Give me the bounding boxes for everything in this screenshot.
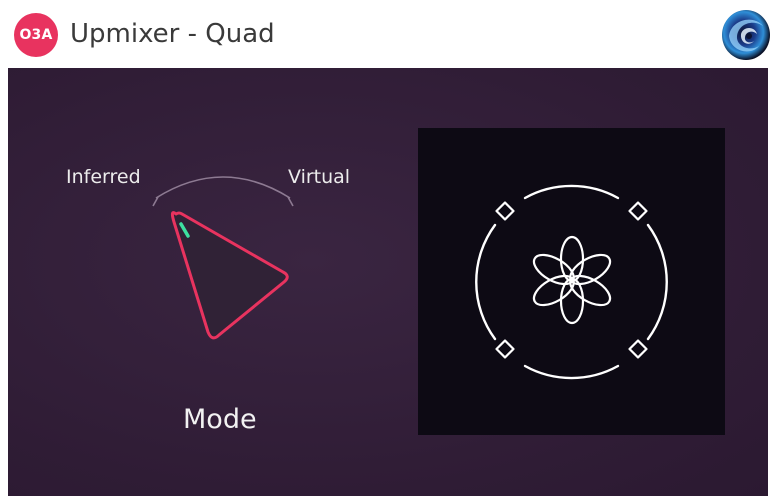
mode-knob-tick-left bbox=[152, 196, 159, 207]
speaker-layout-display bbox=[418, 128, 725, 435]
speaker-rear-right bbox=[628, 339, 648, 359]
quad-speaker-layout-icon bbox=[475, 184, 668, 380]
title-bar: O3A Upmixer - Quad bbox=[0, 0, 776, 68]
mode-knob[interactable] bbox=[170, 211, 289, 340]
o3a-badge: O3A bbox=[14, 13, 58, 57]
plugin-title: Upmixer - Quad bbox=[70, 19, 275, 49]
listener-flower-icon bbox=[532, 235, 612, 325]
mode-knob-area: Inferred Virtual bbox=[48, 148, 388, 348]
plugin-window: O3A Upmixer - Quad Inferred Virtual Mode bbox=[0, 0, 776, 496]
speaker-rear-left bbox=[495, 339, 515, 359]
mode-knob-graphic bbox=[152, 176, 294, 340]
plugin-panel: Inferred Virtual Mode bbox=[8, 68, 768, 496]
o3a-swirl-logo-icon bbox=[722, 10, 770, 60]
speaker-front-right bbox=[628, 201, 648, 221]
mode-knob-tick-right bbox=[287, 196, 294, 207]
speaker-front-left bbox=[495, 201, 515, 221]
mode-knob-scale-arc bbox=[155, 176, 291, 199]
mode-label: Mode bbox=[183, 404, 257, 435]
